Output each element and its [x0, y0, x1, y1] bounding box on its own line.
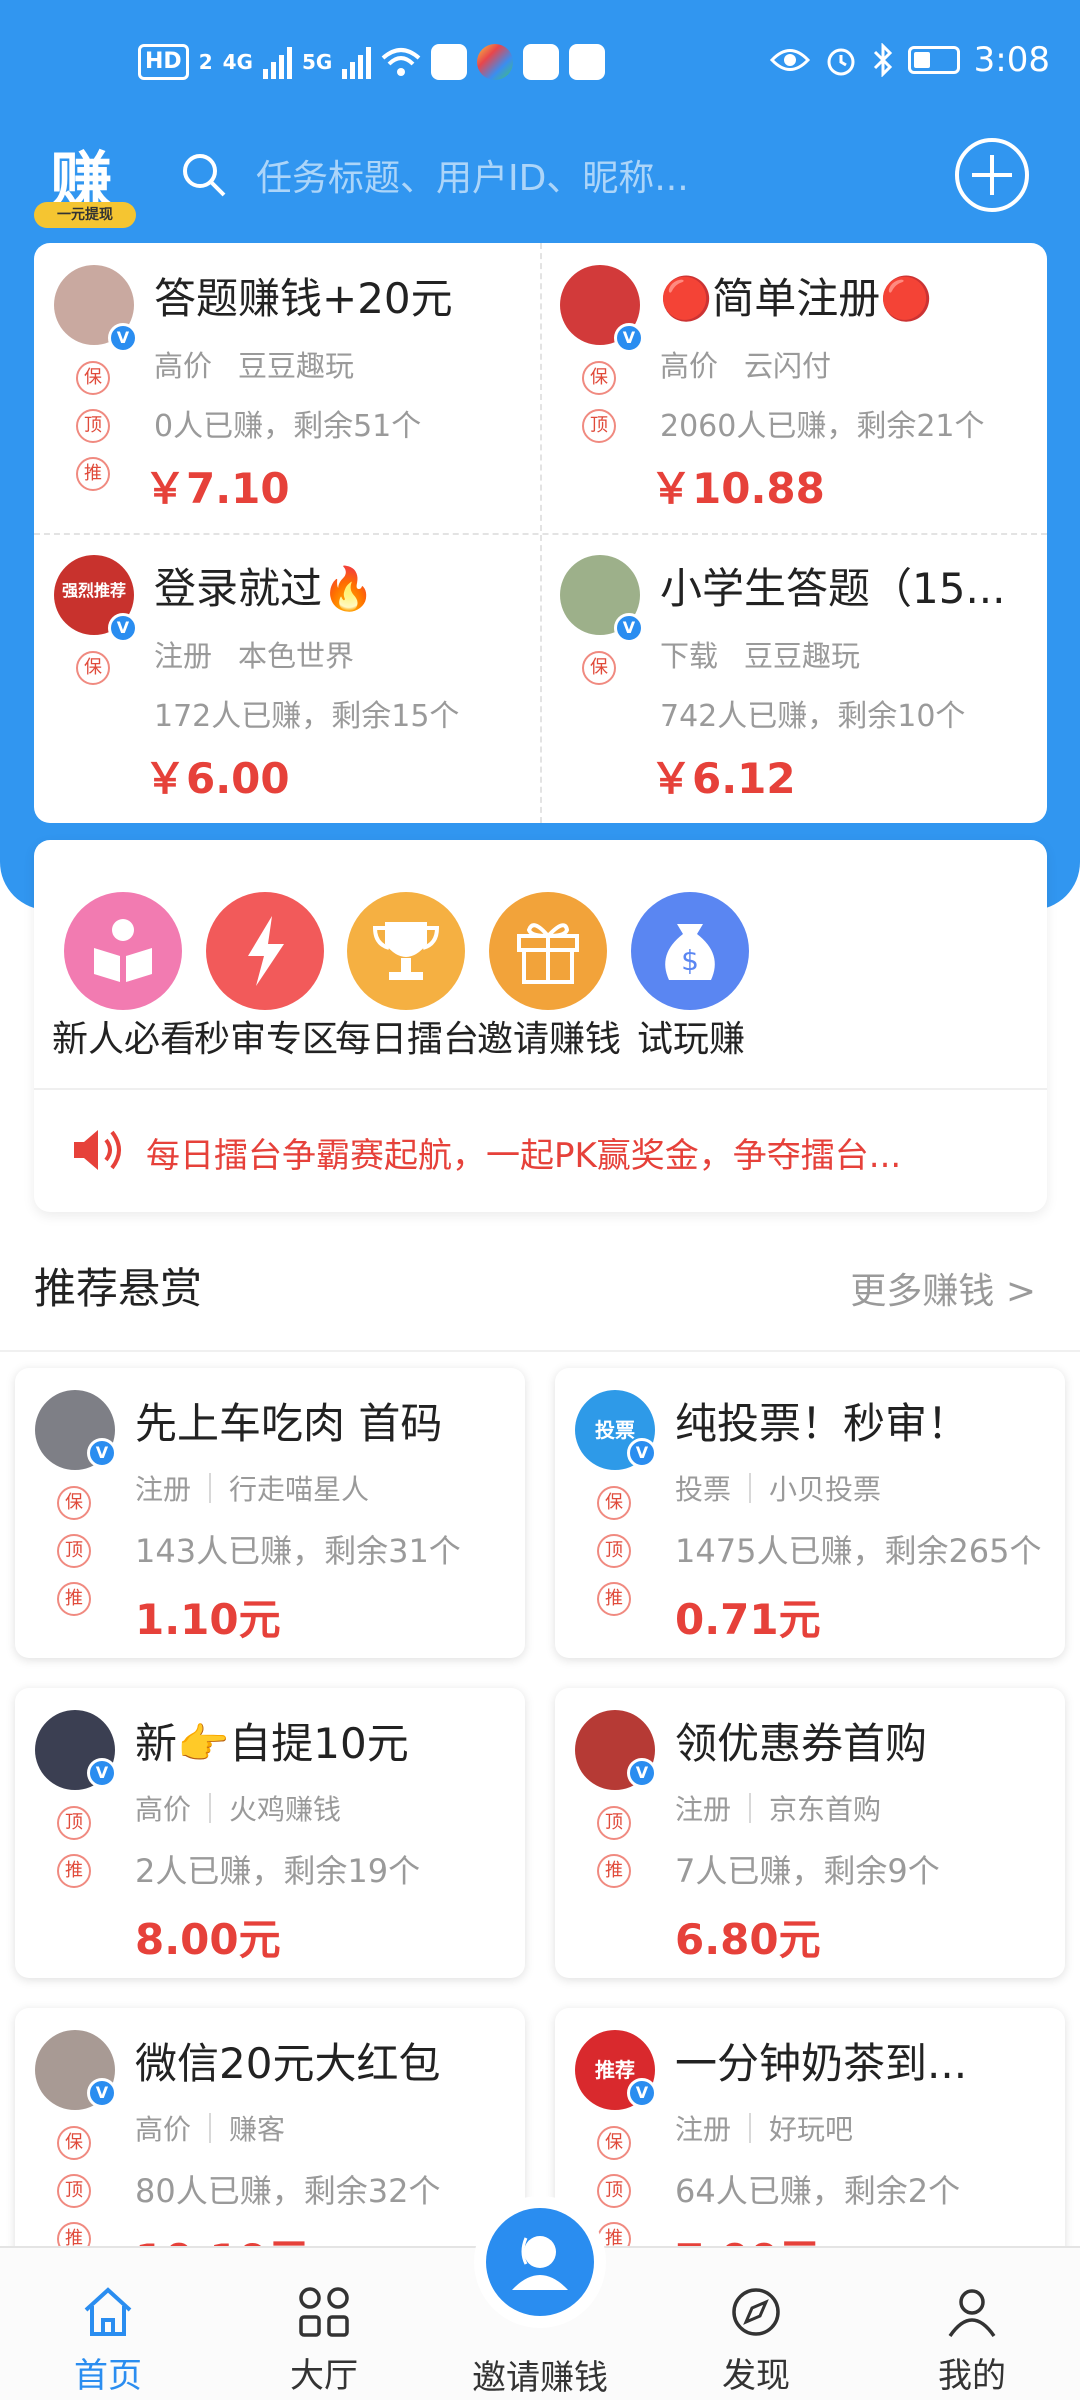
task-price: 6.80元	[675, 1915, 821, 1964]
divider	[209, 1793, 212, 1823]
tab-profile[interactable]: 我的	[864, 2248, 1080, 2402]
badge-tag: 推	[57, 1854, 91, 1888]
tab-label: 发现	[722, 2356, 790, 2396]
compass-icon	[728, 2284, 784, 2340]
task-type: 投票	[675, 1473, 732, 1506]
task-stats: 80人已赚，剩余32个	[135, 2172, 441, 2210]
task-meta: 高价 赚客	[135, 2108, 285, 2148]
task-publisher: 京东首购	[769, 1793, 882, 1826]
task-price: 10.19元	[135, 2226, 310, 2246]
badge-tag: 推	[57, 1582, 91, 1616]
user-group-icon	[512, 2236, 568, 2290]
task-publisher: 赚客	[229, 2113, 286, 2146]
badge-tag: 推	[57, 2222, 91, 2246]
tab-label: 首页	[74, 2356, 142, 2396]
home-icon	[80, 2284, 136, 2340]
tab-label: 我的	[938, 2356, 1006, 2396]
badge-tag: 顶	[597, 1806, 631, 1840]
task-title: 纯投票！秒审！	[675, 1399, 970, 1448]
task-price: 8.00元	[135, 1915, 281, 1964]
badge-tag: 推	[597, 1854, 631, 1888]
task-stats: 64人已赚，剩余2个	[675, 2172, 961, 2210]
task-title: 新👉自提10元	[135, 1719, 409, 1768]
reward-card[interactable]: 投票 V 保顶推 纯投票！秒审！ 投票 小贝投票 1475人已赚，剩余265个 0.71元	[555, 1368, 1065, 1658]
reward-card[interactable]: V 保顶推 先上车吃肉 首码注册 行走喵星人 143人已赚，剩余31个 1.10元	[15, 1368, 525, 1658]
reward-card[interactable]: V 顶推 新👉自提10元高价 火鸡赚钱 2人已赚，剩余19个 8.00元	[15, 1688, 525, 1978]
task-title: 先上车吃肉 首码	[135, 1399, 443, 1448]
invite-center-button[interactable]	[474, 2196, 606, 2328]
tab-label: 邀请赚钱	[472, 2358, 608, 2398]
task-publisher: 行走喵星人	[229, 1473, 370, 1506]
tab-label: 大厅	[290, 2356, 358, 2396]
reward-card[interactable]: V保顶推 微信20元大红包高价 赚客 80人已赚，剩余32个 10.19元	[15, 2008, 525, 2246]
task-stats: 1475人已赚，剩余265个	[675, 1532, 1042, 1570]
task-type: 注册	[675, 2113, 732, 2146]
tab-grid[interactable]: 大厅	[216, 2248, 432, 2402]
divider	[749, 2113, 752, 2143]
badge-tag: 保	[597, 2126, 631, 2160]
task-stats: 143人已赚，剩余31个	[135, 1532, 461, 1570]
task-price: 1.10元	[135, 1595, 281, 1644]
badge-tag: 推	[597, 1582, 631, 1616]
reward-card[interactable]: V 顶推 领优惠券首购注册 京东首购 7人已赚，剩余9个 6.80元	[555, 1688, 1065, 1978]
task-price: 0.71元	[675, 1595, 821, 1644]
task-type: 注册	[675, 1793, 732, 1826]
task-title: 微信20元大红包	[135, 2039, 441, 2088]
badge-tag: 保	[597, 1486, 631, 1520]
task-meta: 注册 行走喵星人	[135, 1468, 369, 1508]
badge-tag: 顶	[597, 2174, 631, 2208]
task-publisher: 小贝投票	[769, 1473, 882, 1506]
verified-badge-icon: V	[627, 2078, 657, 2108]
task-publisher: 火鸡赚钱	[229, 1793, 342, 1826]
task-title: 领优惠券首购	[675, 1719, 928, 1768]
divider	[749, 1473, 752, 1503]
task-meta: 高价 火鸡赚钱	[135, 1788, 341, 1828]
badge-tag: 顶	[597, 1534, 631, 1568]
task-type: 高价	[135, 1793, 192, 1826]
badge-tag: 保	[57, 2126, 91, 2160]
task-meta: 注册 京东首购	[675, 1788, 881, 1828]
badge-tag: 保	[57, 1486, 91, 1520]
badge-tag: 顶	[57, 1534, 91, 1568]
task-stats: 2人已赚，剩余19个	[135, 1852, 421, 1890]
divider	[209, 1473, 212, 1503]
invite-button-circle	[486, 2208, 594, 2316]
divider	[749, 1793, 752, 1823]
task-type: 高价	[135, 2113, 192, 2146]
task-title: 一分钟奶茶到...	[675, 2039, 968, 2088]
verified-badge-icon: V	[87, 1758, 117, 1788]
verified-badge-icon: V	[627, 1758, 657, 1788]
tab-compass[interactable]: 发现	[648, 2248, 864, 2402]
tab-home[interactable]: 首页	[0, 2248, 216, 2402]
task-publisher: 好玩吧	[769, 2113, 854, 2146]
divider	[209, 2113, 212, 2143]
badge-tag: 顶	[57, 1806, 91, 1840]
task-type: 注册	[135, 1473, 192, 1506]
reward-card[interactable]: 推荐V保顶推一分钟奶茶到...注册好玩吧64人已赚，剩余2个7.00元	[555, 2008, 1065, 2246]
verified-badge-icon: V	[87, 2078, 117, 2108]
task-meta: 注册 好玩吧	[675, 2108, 853, 2148]
task-stats: 7人已赚，剩余9个	[675, 1852, 940, 1890]
task-meta: 投票 小贝投票	[675, 1468, 881, 1508]
task-price: 7.00元	[675, 2226, 821, 2246]
profile-icon	[944, 2284, 1000, 2340]
verified-badge-icon: V	[627, 1438, 657, 1468]
grid-icon	[296, 2284, 352, 2340]
verified-badge-icon: V	[87, 1438, 117, 1468]
badge-tag: 顶	[57, 2174, 91, 2208]
